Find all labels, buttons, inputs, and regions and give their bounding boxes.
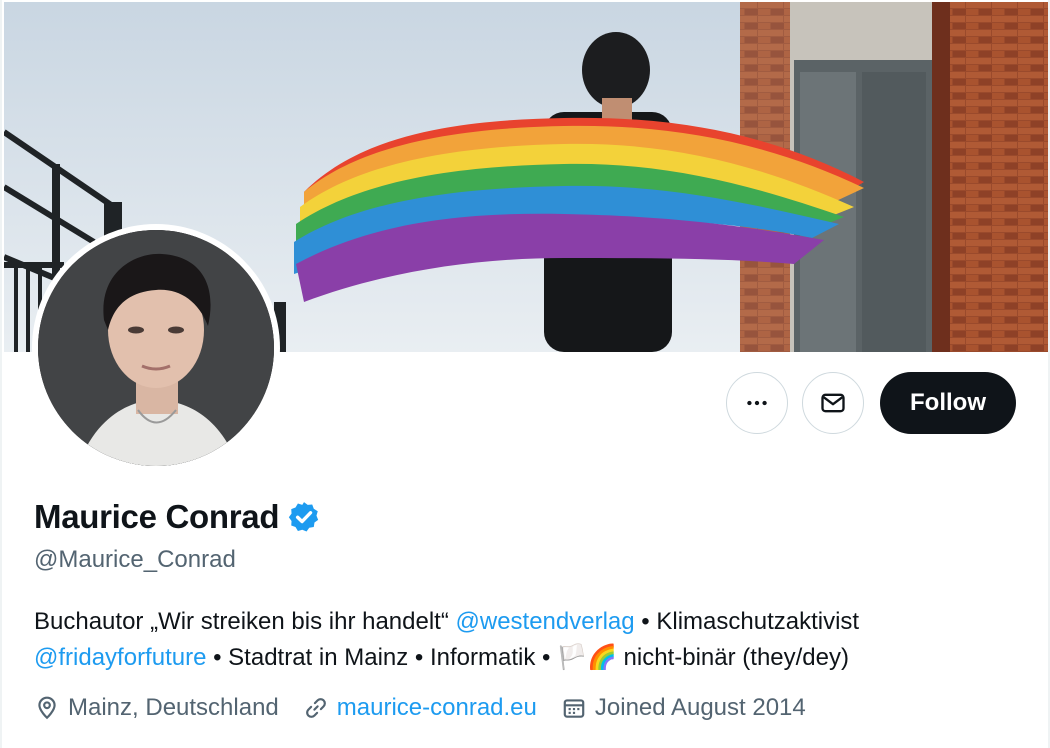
display-name: Maurice Conrad	[34, 498, 280, 535]
name-row: Maurice Conrad	[34, 498, 321, 536]
more-button[interactable]	[726, 372, 789, 434]
bio-text: • Stadtrat in Mainz • Informatik •	[206, 644, 558, 671]
bio-text: • Klimaschutzaktivist	[634, 608, 860, 635]
white-flag-emoji: 🏳️	[557, 644, 587, 671]
link-icon	[305, 698, 326, 718]
user-handle: @Maurice_Conrad	[34, 546, 236, 573]
follow-button[interactable]: Follow	[880, 372, 1016, 434]
profile-bio: Buchautor „Wir streiken bis ihr handelt“…	[34, 604, 994, 676]
verified-badge-icon[interactable]	[287, 500, 321, 534]
joined-date: Joined August 2014	[594, 694, 806, 721]
mail-icon	[821, 393, 845, 413]
bio-text: nicht-binär (they/dey)	[616, 644, 849, 671]
bio-line-1: Buchautor „Wir streiken bis ihr handelt“…	[34, 604, 994, 640]
website-item: maurice-conrad.eu	[303, 694, 537, 722]
avatar[interactable]	[32, 224, 280, 472]
more-horizontal-icon	[747, 400, 767, 406]
rainbow-emoji: 🌈	[587, 644, 617, 671]
bio-text: Buchautor „Wir streiken bis ihr handelt“	[34, 608, 456, 635]
mention-link-westendverlag[interactable]: @westendverlag	[456, 608, 635, 635]
mention-link-fridayforfuture[interactable]: @fridayforfuture	[34, 644, 206, 671]
joined-item: Joined August 2014	[561, 694, 806, 722]
location-pin-icon	[38, 696, 56, 720]
location-item: Mainz, Deutschland	[34, 694, 279, 722]
profile-card: Follow Maurice Conrad @Maurice_Conrad Bu…	[0, 0, 1050, 748]
website-link[interactable]: maurice-conrad.eu	[337, 694, 537, 722]
profile-meta: Mainz, Deutschland maurice-conrad.eu Joi…	[34, 694, 830, 722]
profile-actions: Follow	[726, 372, 1016, 434]
bio-line-2: @fridayforfuture • Stadtrat in Mainz • I…	[34, 640, 994, 676]
calendar-icon	[563, 699, 585, 718]
message-button[interactable]	[802, 372, 865, 434]
location-text: Mainz, Deutschland	[68, 694, 279, 721]
avatar-image	[38, 230, 274, 466]
